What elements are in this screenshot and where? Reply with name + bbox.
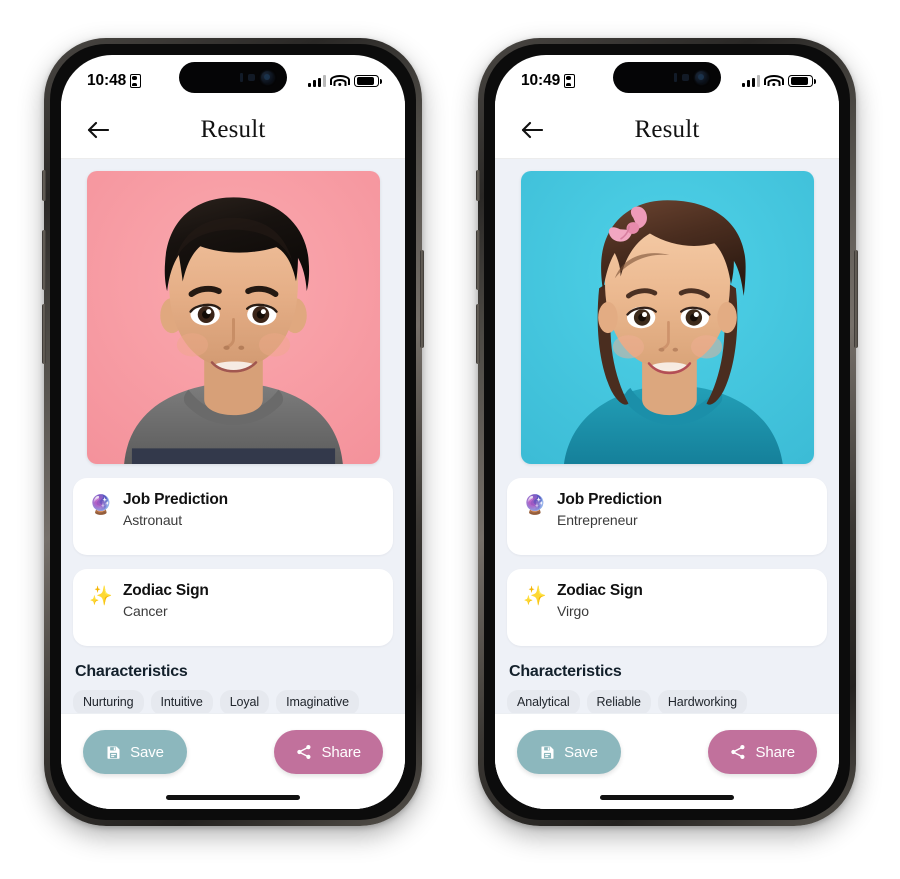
info-card-value: Astronaut [123,512,183,528]
phone-left: 10:48 Result 🔮 Job Prediction Astronaut … [42,38,424,826]
sparkles-icon: ✨ [523,586,547,607]
characteristic-chip[interactable]: Hardworking [657,690,747,715]
info-card-title: Job Prediction [557,491,662,508]
action-bar: Save Share [61,713,405,809]
sparkles-icon: ✨ [89,586,113,607]
back-arrow-icon[interactable] [83,115,113,145]
phone-bezel: 10:48 Result 🔮 Job Prediction Astronaut … [50,44,416,820]
toddler-boy-portrait [86,171,380,464]
characteristic-chip[interactable]: Imaginative [276,690,359,715]
lock-recording-icon [130,74,142,88]
characteristics-chips: Nurturing Intuitive Loyal Imaginative [73,690,393,715]
info-card[interactable]: 🔮 Job Prediction Entrepreneur [507,478,827,555]
status-bar: 10:48 [61,55,405,101]
share-button-label: Share [321,743,361,761]
nav-bar: Result [495,101,839,159]
info-card-title: Zodiac Sign [557,582,643,599]
power-button[interactable] [854,250,858,348]
info-card-title: Zodiac Sign [123,582,209,599]
characteristics-heading: Characteristics [75,663,188,680]
share-button[interactable]: Share [274,730,383,774]
home-indicator[interactable] [166,795,300,800]
status-time: 10:49 [521,72,576,90]
crystal-ball-icon: 🔮 [89,495,113,516]
info-card-text: Zodiac Sign Virgo [557,582,643,619]
phone-right: 10:49 Result 🔮 Job Prediction Entreprene… [476,38,858,826]
floppy-disk-save-icon [540,745,555,760]
save-button[interactable]: Save [83,730,187,774]
wifi-icon [764,75,784,87]
info-card[interactable]: ✨ Zodiac Sign Cancer [73,569,393,646]
info-card-value: Virgo [557,603,589,619]
dynamic-island [179,62,287,93]
crystal-ball-icon: 🔮 [523,495,547,516]
characteristic-chip[interactable]: Intuitive [150,690,213,715]
status-time: 10:48 [87,72,142,90]
proximity-sensor-icon [240,73,243,82]
characteristics-chips: Analytical Reliable Hardworking [507,690,827,715]
toddler-girl-portrait [520,171,814,464]
characteristic-chip[interactable]: Nurturing [73,690,144,715]
volume-down-button[interactable] [42,304,46,364]
info-card[interactable]: ✨ Zodiac Sign Virgo [507,569,827,646]
dynamic-island [613,62,721,93]
info-card-text: Zodiac Sign Cancer [123,582,209,619]
characteristic-chip[interactable]: Reliable [586,690,651,715]
back-arrow-icon[interactable] [517,115,547,145]
share-nodes-icon [730,744,746,760]
result-content: 🔮 Job Prediction Astronaut ✨ Zodiac Sign… [61,159,405,809]
action-button[interactable] [476,170,480,201]
phone-bezel: 10:49 Result 🔮 Job Prediction Entreprene… [484,44,850,820]
result-content: 🔮 Job Prediction Entrepreneur ✨ Zodiac S… [495,159,839,809]
info-card-value: Entrepreneur [557,512,638,528]
characteristic-chip[interactable]: Analytical [507,690,580,715]
battery-icon [354,74,382,88]
screen-right: 10:49 Result 🔮 Job Prediction Entreprene… [495,55,839,809]
home-indicator[interactable] [600,795,734,800]
share-nodes-icon [296,744,312,760]
lock-recording-icon [564,74,576,88]
action-button[interactable] [42,170,46,201]
floppy-disk-save-icon [106,745,121,760]
power-button[interactable] [420,250,424,348]
info-card[interactable]: 🔮 Job Prediction Astronaut [73,478,393,555]
volume-up-button[interactable] [42,230,46,290]
share-button-label: Share [755,743,795,761]
info-card-value: Cancer [123,603,168,619]
status-indicators [308,74,382,88]
save-button-label: Save [130,743,164,761]
face-id-sensor-icon [248,74,255,81]
save-button-label: Save [564,743,598,761]
front-camera-icon [695,71,708,84]
info-card-title: Job Prediction [123,491,228,508]
status-time-label: 10:48 [87,72,127,89]
action-bar: Save Share [495,713,839,809]
status-indicators [742,74,816,88]
proximity-sensor-icon [674,73,677,82]
screen-left: 10:48 Result 🔮 Job Prediction Astronaut … [61,55,405,809]
status-bar: 10:49 [495,55,839,101]
wifi-icon [330,75,350,87]
info-card-text: Job Prediction Entrepreneur [557,491,662,528]
face-id-sensor-icon [682,74,689,81]
battery-icon [788,74,816,88]
save-button[interactable]: Save [517,730,621,774]
status-time-label: 10:49 [521,72,561,89]
cellular-signal-icon [308,75,326,87]
cellular-signal-icon [742,75,760,87]
characteristics-heading: Characteristics [509,663,622,680]
front-camera-icon [261,71,274,84]
characteristic-chip[interactable]: Loyal [219,690,270,715]
volume-up-button[interactable] [476,230,480,290]
info-card-text: Job Prediction Astronaut [123,491,228,528]
nav-bar: Result [61,101,405,159]
volume-down-button[interactable] [476,304,480,364]
share-button[interactable]: Share [708,730,817,774]
phones-stage: 10:48 Result 🔮 Job Prediction Astronaut … [0,0,900,879]
